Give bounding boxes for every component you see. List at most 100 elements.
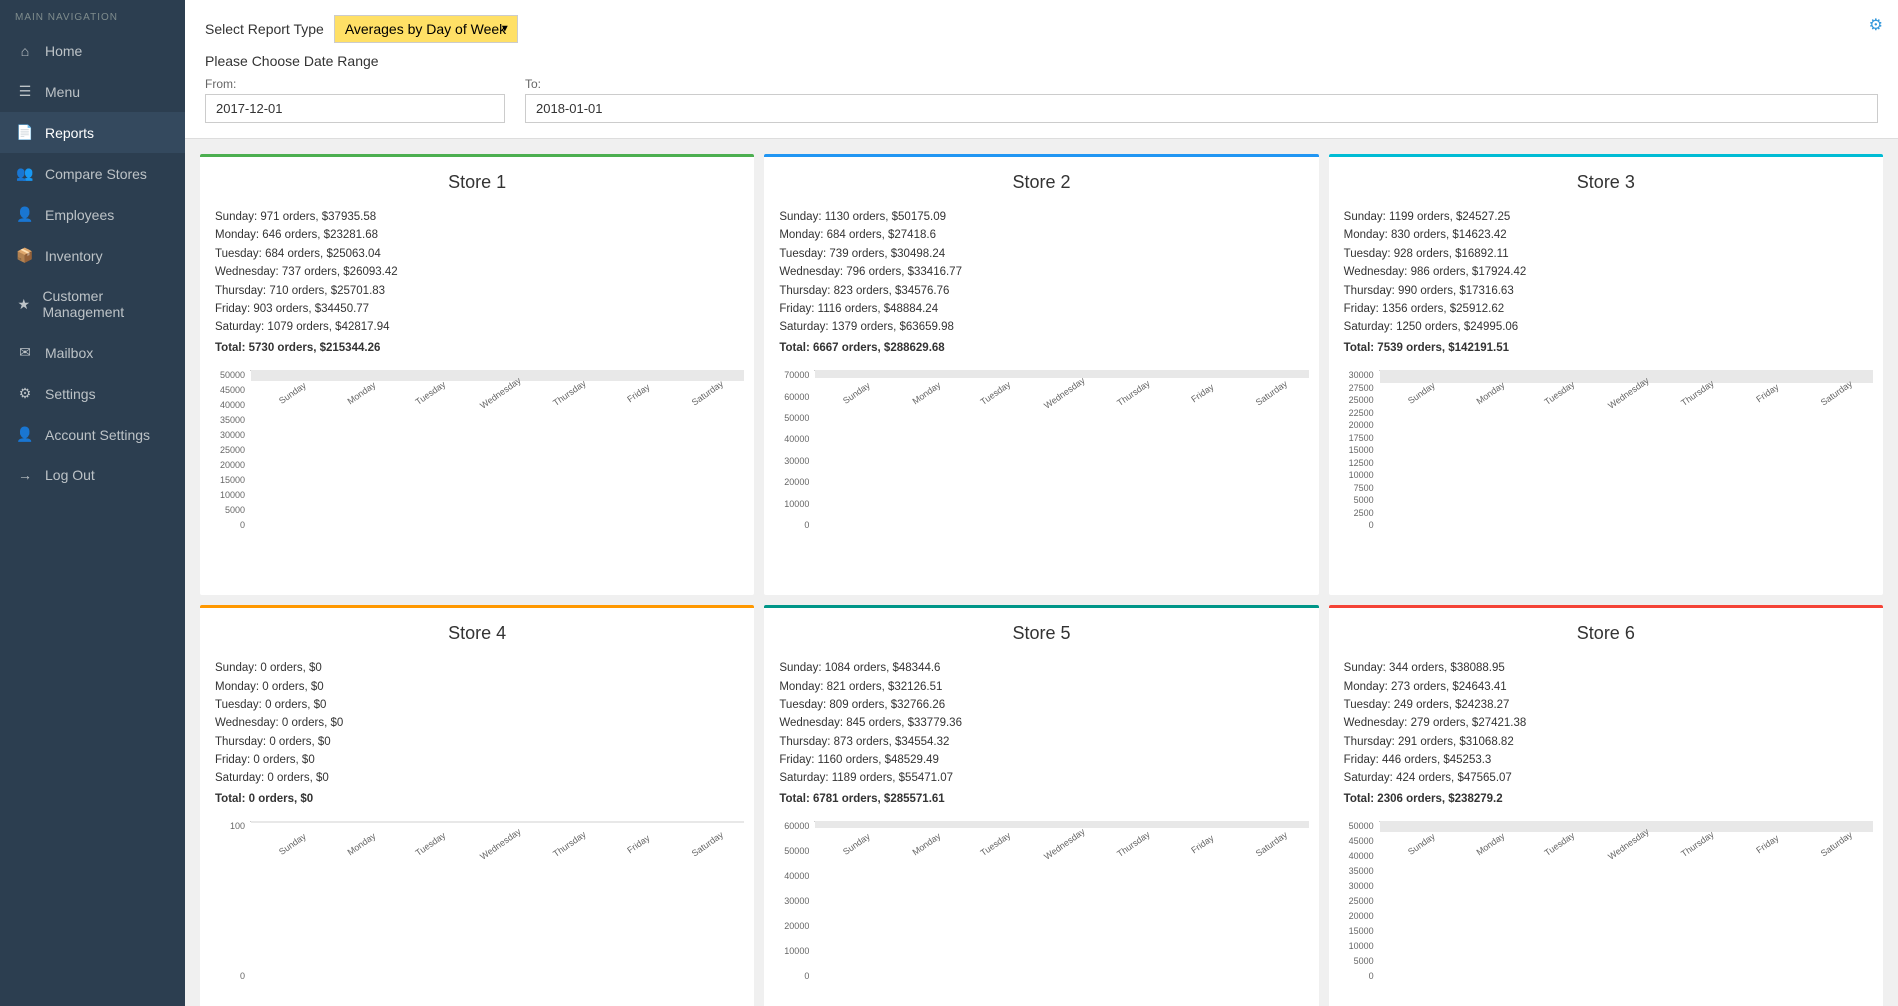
chart-outer: 6000050000400003000020000100000 SundayMo… — [769, 821, 1313, 1006]
sidebar-item-mailbox[interactable]: ✉Mailbox — [0, 332, 185, 373]
chart-label: Sunday — [826, 374, 897, 414]
to-label: To: — [525, 77, 1878, 91]
chart-label: Wednesday — [1033, 825, 1104, 865]
store-card-1: Store 1 Sunday: 971 orders, $37935.58Mon… — [200, 154, 754, 595]
chart-y-axis: 1000 — [210, 821, 250, 981]
store-stats: Sunday: 1084 orders, $48344.6Monday: 821… — [779, 659, 1303, 808]
chart-label: Monday — [330, 825, 401, 865]
store-card-content: Store 5 Sunday: 1084 orders, $48344.6Mon… — [764, 608, 1318, 821]
chart-label: Wednesday — [469, 825, 540, 865]
nav-label-home: Home — [45, 43, 82, 59]
chart-main: SundayMondayTuesdayWednesdayThursdayFrid… — [1379, 370, 1873, 414]
chart-main: SundayMondayTuesdayWednesdayThursdayFrid… — [814, 370, 1308, 414]
store-stats: Sunday: 0 orders, $0Monday: 0 orders, $0… — [215, 659, 739, 808]
nav-icon-home: ⌂ — [15, 43, 35, 59]
report-type-label: Select Report Type — [205, 21, 324, 37]
chart-label: Thursday — [538, 825, 609, 865]
chart-grid-bars — [250, 821, 744, 822]
sidebar-item-account-settings[interactable]: 👤 Account Settings — [0, 414, 185, 455]
nav-label-inventory: Inventory — [45, 248, 103, 264]
chart-label: Thursday — [1102, 374, 1173, 414]
chart-label: Tuesday — [964, 825, 1035, 865]
chart-outer: 5000045000400003500030000250002000015000… — [1334, 821, 1878, 1006]
sidebar-item-settings[interactable]: ⚙ Settings — [0, 373, 185, 414]
nav-icon-customer-management: ★ — [15, 296, 32, 313]
store-card-content: Store 6 Sunday: 344 orders, $38088.95Mon… — [1329, 608, 1883, 821]
store-card-3: Store 3 Sunday: 1199 orders, $24527.25Mo… — [1329, 154, 1883, 595]
sidebar-item-reports[interactable]: 📄Reports — [0, 112, 185, 153]
store-card-content: Store 2 Sunday: 1130 orders, $50175.09Mo… — [764, 157, 1318, 370]
chart-grid-bars — [814, 821, 1308, 822]
nav-icon-inventory: 📦 — [15, 247, 35, 264]
chart-labels: SundayMondayTuesdayWednesdayThursdayFrid… — [814, 825, 1308, 865]
store-card-2: Store 2 Sunday: 1130 orders, $50175.09Mo… — [764, 154, 1318, 595]
chart-label: Wednesday — [1033, 374, 1104, 414]
chart-outer: 3000027500250002250020000175001500012500… — [1334, 370, 1878, 590]
sidebar-item-home[interactable]: ⌂ Home — [0, 31, 185, 71]
chart-label: Saturday — [1241, 374, 1309, 414]
chart-outer: 5000045000400003500030000250002000015000… — [205, 370, 749, 590]
sidebar-item-log-out[interactable]: →Log Out — [0, 455, 185, 495]
store-card-content: Store 3 Sunday: 1199 orders, $24527.25Mo… — [1329, 157, 1883, 370]
chart-label: Sunday — [826, 825, 897, 865]
date-range-label: Please Choose Date Range — [205, 53, 1878, 69]
store-title: Store 2 — [779, 172, 1303, 193]
nav-icon-employees: 👤 — [15, 206, 35, 223]
from-date-input[interactable] — [205, 94, 505, 123]
chart-wrapper: 6000050000400003000020000100000 SundayMo… — [764, 821, 1318, 1006]
store-stats: Sunday: 1130 orders, $50175.09Monday: 68… — [779, 208, 1303, 357]
settings-icon[interactable]: ⚙ — [1869, 15, 1883, 35]
store-card-content: Store 4 Sunday: 0 orders, $0Monday: 0 or… — [200, 608, 754, 821]
store-stats: Sunday: 971 orders, $37935.58Monday: 646… — [215, 208, 739, 357]
store-title: Store 6 — [1344, 623, 1868, 644]
from-label: From: — [205, 77, 505, 91]
chart-main: SundayMondayTuesdayWednesdayThursdayFrid… — [250, 370, 744, 414]
to-date-field: To: — [525, 77, 1878, 123]
chart-wrapper: 1000 SundayMondayTuesdayWednesdayThursda… — [200, 821, 754, 1006]
from-date-field: From: — [205, 77, 505, 123]
chart-label: Saturday — [1241, 825, 1309, 865]
to-date-input[interactable] — [525, 94, 1878, 123]
nav-label-account-settings: Account Settings — [45, 427, 150, 443]
sidebar-item-menu[interactable]: ☰ Menu — [0, 71, 185, 112]
store-title: Store 5 — [779, 623, 1303, 644]
nav-label-customer-management: Customer Management — [42, 288, 170, 320]
nav-icon-mailbox: ✉ — [15, 344, 35, 361]
chart-main: SundayMondayTuesdayWednesdayThursdayFrid… — [1379, 821, 1873, 865]
nav-label-settings: Settings — [45, 386, 96, 402]
nav-icon-compare-stores: 👥 — [15, 165, 35, 182]
chart-label: Tuesday — [964, 374, 1035, 414]
store-title: Store 3 — [1344, 172, 1868, 193]
sidebar-item-employees[interactable]: 👤 Employees — [0, 194, 185, 235]
chart-labels: SundayMondayTuesdayWednesdayThursdayFrid… — [250, 825, 744, 865]
store-title: Store 1 — [215, 172, 739, 193]
report-type-select-wrapper[interactable]: Averages by Day of Week — [334, 15, 518, 43]
sidebar-item-compare-stores[interactable]: 👥 Compare Stores — [0, 153, 185, 194]
chart-label: Monday — [895, 374, 966, 414]
chart-wrapper: 3000027500250002250020000175001500012500… — [1329, 370, 1883, 595]
nav-label-employees: Employees — [45, 207, 114, 223]
nav-icon-menu: ☰ — [15, 83, 35, 100]
chart-grid-bars — [814, 370, 1308, 371]
chart-grid-bars — [1379, 370, 1873, 371]
sidebar: MAIN NAVIGATION ⌂Home☰Menu📄Reports👥Compa… — [0, 0, 185, 1006]
sidebar-item-customer-management[interactable]: ★ Customer Management — [0, 276, 185, 332]
chart-main: SundayMondayTuesdayWednesdayThursdayFrid… — [814, 821, 1308, 865]
chart-label: Monday — [895, 825, 966, 865]
nav-label-compare-stores: Compare Stores — [45, 166, 147, 182]
chart-outer: 1000 SundayMondayTuesdayWednesdayThursda… — [205, 821, 749, 1006]
store-card-4: Store 4 Sunday: 0 orders, $0Monday: 0 or… — [200, 605, 754, 1006]
store-stats: Sunday: 1199 orders, $24527.25Monday: 83… — [1344, 208, 1868, 357]
chart-y-axis: 700006000050000400003000020000100000 — [774, 370, 814, 530]
chart-wrapper: 5000045000400003500030000250002000015000… — [1329, 821, 1883, 1006]
chart-outer: 700006000050000400003000020000100000 Sun… — [769, 370, 1313, 590]
chart-label: Tuesday — [400, 825, 471, 865]
store-stats: Sunday: 344 orders, $38088.95Monday: 273… — [1344, 659, 1868, 808]
nav-label-menu: Menu — [45, 84, 80, 100]
nav-icon-account-settings: 👤 — [15, 426, 35, 443]
chart-label: Thursday — [1102, 825, 1173, 865]
nav-icon-settings: ⚙ — [15, 385, 35, 402]
report-type-select[interactable]: Averages by Day of Week — [334, 15, 518, 43]
chart-y-axis: 5000045000400003500030000250002000015000… — [1339, 821, 1379, 981]
sidebar-item-inventory[interactable]: 📦 Inventory — [0, 235, 185, 276]
